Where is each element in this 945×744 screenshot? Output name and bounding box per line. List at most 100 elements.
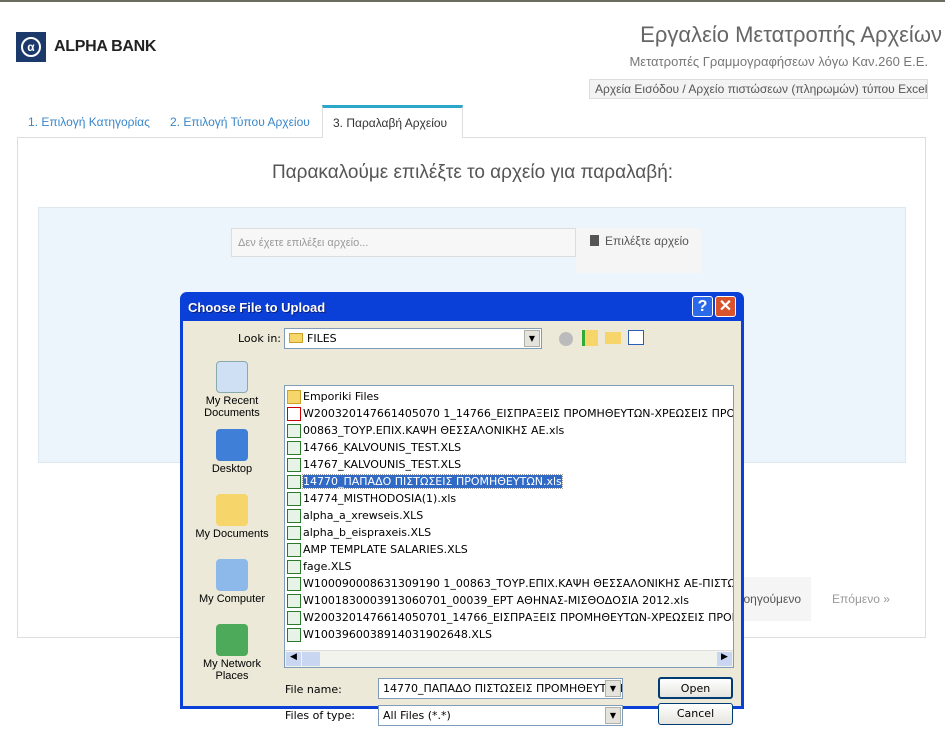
file-name: AMP TEMPLATE SALARIES.XLS	[303, 543, 468, 556]
place-my-recent-documents[interactable]: My Recent Documents	[186, 361, 278, 419]
file-type-dropdown[interactable]: All Files (*.*) ▼	[378, 705, 623, 726]
look-in-dropdown[interactable]: FILES ▼	[284, 328, 542, 349]
excel-file-icon	[287, 559, 301, 574]
new-folder-icon[interactable]	[605, 332, 621, 344]
file-name-label: File name:	[285, 683, 342, 696]
file-name: 14770_ΠΑΠΑΔΟ ΠΙΣΤΩΣΕΙΣ ΠΡΟΜΗΘΕΥΤΩΝ.xls	[302, 474, 563, 489]
scroll-left-icon[interactable]: ◀	[286, 652, 301, 666]
file-name: alpha_a_xrewseis.XLS	[303, 509, 424, 522]
file-name: W100090008631309190 1_00863_ΤΟΥΡ.ΕΠΙΧ.ΚΑ…	[303, 577, 733, 590]
chevron-down-icon[interactable]: ▼	[605, 707, 621, 724]
place-label: My Documents	[195, 528, 269, 540]
file-upload-dialog: Choose File to Upload ? ✕ Look in: FILES…	[180, 292, 744, 726]
tab-upload[interactable]: 3. Παραλαβή Αρχείου	[322, 105, 463, 138]
help-button[interactable]: ?	[692, 296, 713, 317]
scroll-right-icon[interactable]: ▶	[717, 652, 732, 666]
excel-file-icon	[287, 457, 301, 472]
file-name: 00863_ΤΟΥΡ.ΕΠΙΧ.ΚΑΨΗ ΘΕΣΣΑΛΟΝΙΚΗΣ ΑΕ.xls	[303, 424, 565, 437]
file-list-item[interactable]: 14770_ΠΑΠΑΔΟ ΠΙΣΤΩΣΕΙΣ ΠΡΟΜΗΘΕΥΤΩΝ.xls	[287, 473, 563, 490]
look-in-label: Look in:	[238, 332, 281, 345]
file-list-item[interactable]: alpha_a_xrewseis.XLS	[287, 507, 423, 524]
excel-file-icon	[287, 627, 301, 642]
close-button[interactable]: ✕	[715, 296, 736, 317]
logo-text: ALPHA BANK	[54, 38, 157, 55]
tab-file-type[interactable]: 2. Επιλογή Τύπου Αρχείου	[160, 105, 320, 138]
file-list-item[interactable]: 14767_KALVOUNIS_TEST.XLS	[287, 456, 461, 473]
tab-category[interactable]: 1. Επιλογή Κατηγορίας	[18, 105, 160, 138]
excel-file-icon	[287, 542, 301, 557]
view-menu-icon[interactable]	[628, 330, 644, 345]
folder-icon	[289, 333, 303, 343]
file-icon	[590, 235, 599, 246]
file-name: 14766_KALVOUNIS_TEST.XLS	[303, 441, 462, 454]
open-button[interactable]: Open	[658, 677, 733, 699]
file-name: 14767_KALVOUNIS_TEST.XLS	[303, 458, 462, 471]
place-my-network-places[interactable]: My Network Places	[186, 624, 278, 682]
scroll-thumb[interactable]	[302, 652, 320, 666]
place-label: My Network Places	[202, 658, 262, 682]
chevron-down-icon[interactable]: ▼	[524, 330, 540, 347]
file-list-item[interactable]: W100090008631309190 1_00863_ΤΟΥΡ.ΕΠΙΧ.ΚΑ…	[287, 575, 733, 592]
choose-file-button[interactable]: Επιλέξτε αρχείο	[576, 228, 701, 273]
file-name-value: 14770_ΠΑΠΑΔΟ ΠΙΣΤΩΣΕΙΣ ΠΡΟΜΗΘΕΥΤΩΝ.xls	[383, 682, 623, 695]
file-list-item[interactable]: AMP TEMPLATE SALARIES.XLS	[287, 541, 468, 558]
file-list-item[interactable]: fage.XLS	[287, 558, 352, 575]
place-label: My Computer	[198, 593, 266, 605]
up-folder-icon[interactable]	[582, 330, 598, 346]
place-my-computer[interactable]: My Computer	[186, 559, 278, 605]
file-list-item[interactable]: W200320147661405070 1_14766_ΕΙΣΠΡΑΞΕΙΣ Π…	[287, 405, 733, 422]
dialog-body: Look in: FILES ▼ My Recent Documents Desk…	[183, 321, 741, 726]
breadcrumb: Αρχεία Εισόδου / Αρχείο πιστώσεων (πληρω…	[589, 79, 928, 99]
file-list-item[interactable]: alpha_b_eispraxeis.XLS	[287, 524, 431, 541]
file-type-value: All Files (*.*)	[383, 709, 451, 722]
pdf-file-icon	[287, 406, 301, 421]
dialog-title: Choose File to Upload	[188, 300, 326, 315]
file-type-label: Files of type:	[285, 709, 356, 722]
file-name: W1003960038914031902648.XLS	[303, 628, 492, 641]
upload-heading: Παρακαλούμε επιλέξτε το αρχείο για παραλ…	[271, 162, 674, 183]
place-label: My Recent Documents	[204, 395, 260, 419]
excel-file-icon	[287, 525, 301, 540]
cancel-button[interactable]: Cancel	[658, 703, 733, 725]
file-path-input[interactable]: Δεν έχετε επιλέξει αρχείο...	[231, 228, 576, 257]
file-name: Emporiki Files	[303, 390, 380, 403]
excel-file-icon	[287, 440, 301, 455]
file-name: alpha_b_eispraxeis.XLS	[303, 526, 432, 539]
file-name-input[interactable]: 14770_ΠΑΠΑΔΟ ΠΙΣΤΩΣΕΙΣ ΠΡΟΜΗΘΕΥΤΩΝ.xls ▼	[378, 678, 623, 699]
file-name: 14774_MISTHODOSIA(1).xls	[303, 492, 457, 505]
file-name: W200320147661405070 1_14766_ΕΙΣΠΡΑΞΕΙΣ Π…	[303, 407, 733, 420]
file-list-item[interactable]: W1001830003913060701_00039_ΕΡΤ ΑΘΗΝΑΣ-ΜΙ…	[287, 592, 689, 609]
file-name: fage.XLS	[303, 560, 352, 573]
excel-file-icon	[287, 508, 301, 523]
excel-file-icon	[287, 593, 301, 608]
back-icon[interactable]	[559, 332, 573, 346]
file-list-item[interactable]: 14766_KALVOUNIS_TEST.XLS	[287, 439, 461, 456]
excel-file-icon	[287, 491, 301, 506]
next-button[interactable]: Επόμενο »	[812, 577, 906, 621]
file-list-item[interactable]: 14774_MISTHODOSIA(1).xls	[287, 490, 456, 507]
file-name: W2003201476614050701_14766_ΕΙΣΠΡΑΞΕΙΣ ΠΡ…	[303, 611, 733, 624]
excel-file-icon	[287, 576, 301, 591]
horizontal-scrollbar[interactable]: ◀ ▶	[285, 650, 733, 667]
place-label: Desktop	[211, 463, 253, 475]
excel-file-icon	[287, 610, 301, 625]
logo-icon: α	[16, 32, 46, 62]
chevron-down-icon[interactable]: ▼	[605, 680, 621, 697]
excel-file-icon	[287, 423, 301, 438]
file-list-item[interactable]: W2003201476614050701_14766_ΕΙΣΠΡΑΞΕΙΣ ΠΡ…	[287, 609, 733, 626]
look-in-value: FILES	[307, 332, 337, 345]
file-list-item[interactable]: W1003960038914031902648.XLS	[287, 626, 492, 643]
dialog-title-bar: Choose File to Upload	[183, 292, 741, 321]
page-title: Εργαλείο Μετατροπής Αρχείων	[640, 22, 942, 47]
alpha-bank-logo: α ALPHA BANK	[16, 32, 156, 62]
file-list-item[interactable]: Emporiki Files	[287, 388, 379, 405]
file-list[interactable]: Emporiki Files W200320147661405070 1_1476…	[284, 385, 734, 668]
choose-file-label: Επιλέξτε αρχείο	[605, 234, 689, 248]
place-desktop[interactable]: Desktop	[186, 429, 278, 475]
place-my-documents[interactable]: My Documents	[186, 494, 278, 540]
file-list-item[interactable]: 00863_ΤΟΥΡ.ΕΠΙΧ.ΚΑΨΗ ΘΕΣΣΑΛΟΝΙΚΗΣ ΑΕ.xls	[287, 422, 564, 439]
file-name: W1001830003913060701_00039_ΕΡΤ ΑΘΗΝΑΣ-ΜΙ…	[303, 594, 689, 607]
excel-file-icon	[287, 474, 301, 489]
page-subtitle: Μετατροπές Γραμμογραφήσεων λόγω Καν.260 …	[629, 54, 928, 69]
folder-icon	[287, 389, 301, 404]
